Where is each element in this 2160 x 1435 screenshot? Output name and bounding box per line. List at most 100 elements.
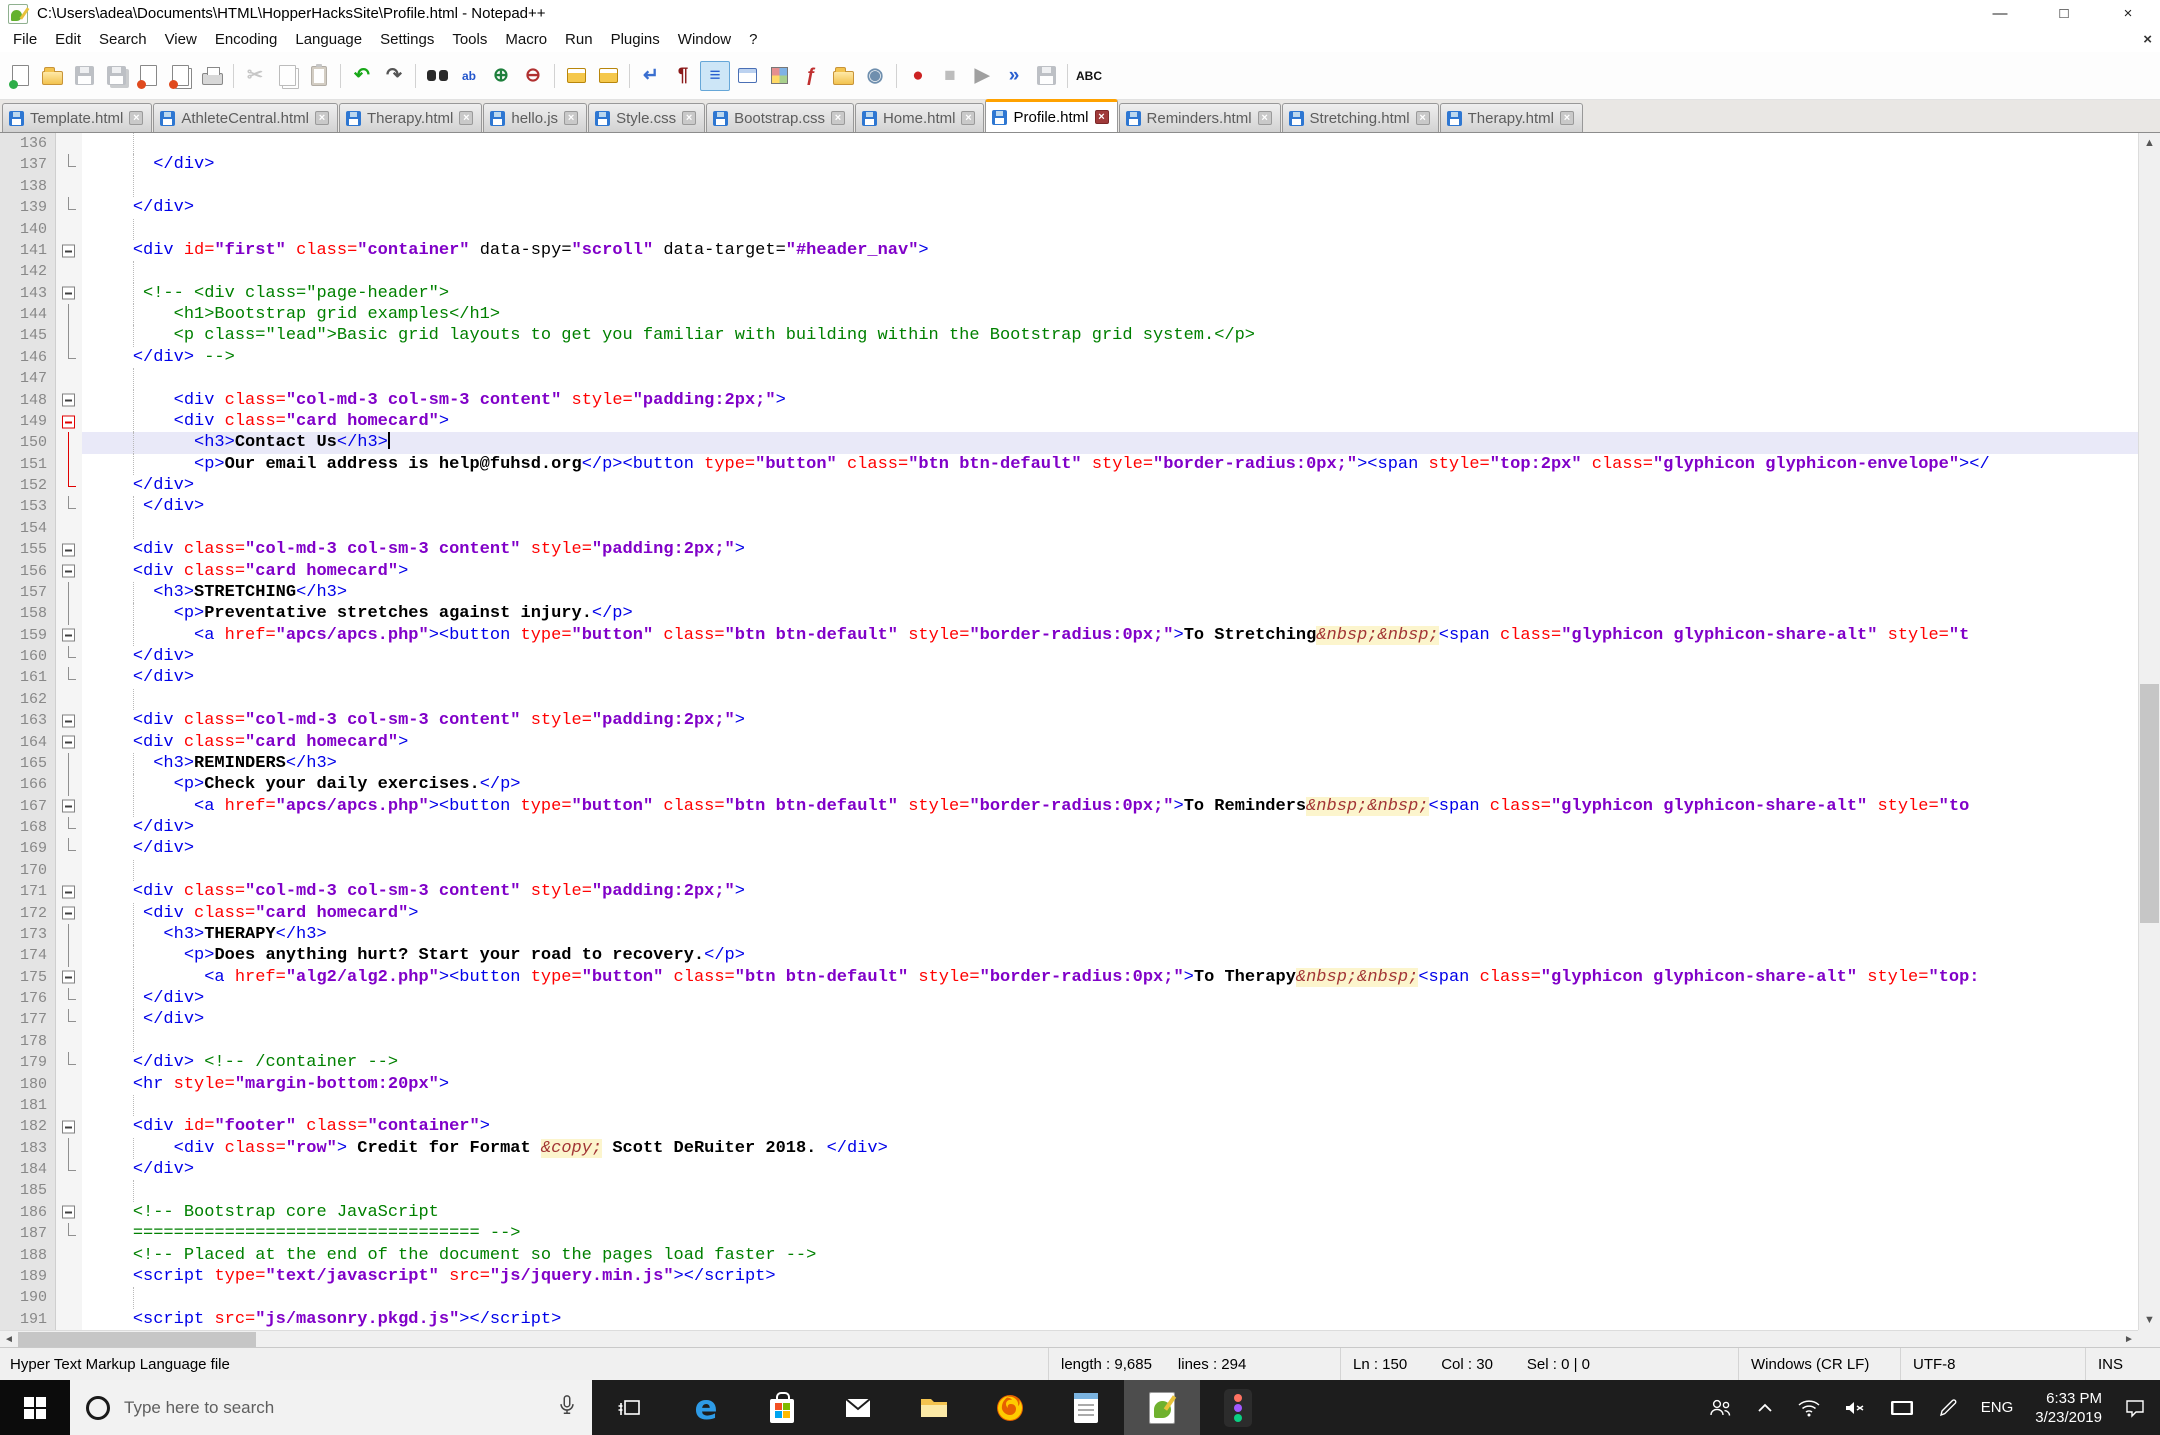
word-wrap-icon[interactable]: ↵ [636, 61, 666, 91]
line-number[interactable]: 145 [0, 325, 56, 347]
code-line[interactable]: 180 <hr style="margin-bottom:20px"> [0, 1073, 2138, 1095]
code-line[interactable]: 163 <div class="col-md-3 col-sm-3 conten… [0, 710, 2138, 732]
line-number[interactable]: 170 [0, 859, 56, 882]
fold-margin[interactable] [56, 453, 82, 475]
tab-Therapy.html[interactable]: Therapy.html × [338, 103, 483, 132]
code-line[interactable]: 168 </div> [0, 817, 2138, 839]
menu-run[interactable]: Run [556, 29, 602, 50]
code-line[interactable]: 174 <p>Does anything hurt? Start your ro… [0, 945, 2138, 967]
fold-margin[interactable] [56, 496, 82, 518]
code-line[interactable]: 143 <!-- <div class="page-header"> [0, 282, 2138, 304]
code-line[interactable]: 144 <h1>Bootstrap grid examples</h1> [0, 304, 2138, 326]
tab-AthleteCentral.html[interactable]: AthleteCentral.html × [153, 103, 338, 132]
close-tab-icon[interactable]: × [1094, 110, 1109, 124]
sync-vertical-scrolling-icon[interactable] [561, 61, 591, 91]
code-line[interactable]: 158 <p>Preventative stretches against in… [0, 603, 2138, 625]
clock[interactable]: 6:33 PM 3/23/2019 [2035, 1389, 2102, 1427]
code-line[interactable]: 170 [0, 859, 2138, 882]
code-line[interactable]: 157 <h3>STRETCHING</h3> [0, 581, 2138, 604]
fold-margin[interactable] [56, 667, 82, 689]
code-line[interactable]: 147 [0, 368, 2138, 390]
code-line[interactable]: 175 <a href="alg2/alg2.php"><button type… [0, 966, 2138, 988]
line-number[interactable]: 148 [0, 389, 56, 411]
line-number[interactable]: 187 [0, 1223, 56, 1245]
line-number[interactable]: 150 [0, 432, 56, 454]
tab-Style.css[interactable]: Style.css × [588, 103, 706, 132]
menu-window[interactable]: Window [669, 29, 740, 50]
code-line[interactable]: 160 </div> [0, 646, 2138, 668]
minimize-button[interactable]: — [1968, 0, 2032, 27]
fold-margin[interactable] [56, 1052, 82, 1074]
code-line[interactable]: 167 <a href="apcs/apcs.php"><button type… [0, 795, 2138, 817]
line-number[interactable]: 174 [0, 945, 56, 967]
find-icon[interactable] [422, 61, 452, 91]
edge-button[interactable]: e [668, 1380, 744, 1435]
line-number[interactable]: 138 [0, 175, 56, 198]
maximize-button[interactable]: □ [2032, 0, 2096, 27]
macro-stop-icon[interactable]: ■ [935, 61, 965, 91]
fold-margin[interactable] [56, 432, 82, 454]
tab-Profile.html[interactable]: Profile.html × [985, 99, 1118, 132]
zoom-out-icon[interactable]: ⊖ [518, 61, 548, 91]
code-line[interactable]: 165 <h3>REMINDERS</h3> [0, 752, 2138, 775]
line-number[interactable]: 136 [0, 133, 56, 155]
notepad-plus-plus-taskbar-button[interactable] [1124, 1380, 1200, 1435]
line-number[interactable]: 179 [0, 1052, 56, 1074]
line-number[interactable]: 178 [0, 1030, 56, 1053]
fold-margin[interactable] [56, 817, 82, 839]
line-number[interactable]: 176 [0, 988, 56, 1010]
fold-margin[interactable] [56, 346, 82, 369]
fold-margin[interactable] [56, 475, 82, 497]
line-number[interactable]: 152 [0, 475, 56, 497]
file-monitoring-icon[interactable]: ◉ [860, 61, 890, 91]
code-line[interactable]: 189 <script type="text/javascript" src="… [0, 1265, 2138, 1288]
code-line[interactable]: 185 [0, 1180, 2138, 1202]
store-button[interactable] [744, 1380, 820, 1435]
fold-margin[interactable] [56, 197, 82, 219]
start-button[interactable] [0, 1380, 70, 1435]
redo-icon[interactable]: ↷ [379, 61, 409, 91]
file-explorer-button[interactable] [896, 1380, 972, 1435]
line-number[interactable]: 168 [0, 817, 56, 839]
fold-margin[interactable] [56, 581, 82, 604]
firefox-button[interactable] [972, 1380, 1048, 1435]
menu-tools[interactable]: Tools [443, 29, 496, 50]
line-number[interactable]: 172 [0, 902, 56, 924]
action-center-icon[interactable] [2124, 1397, 2146, 1419]
macro-save-icon[interactable] [1031, 61, 1061, 91]
line-number[interactable]: 169 [0, 838, 56, 860]
fold-margin[interactable] [56, 410, 82, 433]
line-number[interactable]: 151 [0, 453, 56, 475]
line-number[interactable]: 156 [0, 560, 56, 582]
line-number[interactable]: 181 [0, 1094, 56, 1117]
fold-margin[interactable] [56, 988, 82, 1010]
menu-help[interactable]: ? [740, 29, 766, 50]
macro-run-multiple-icon[interactable]: » [999, 61, 1029, 91]
fold-margin[interactable] [56, 1201, 82, 1224]
line-number[interactable]: 147 [0, 368, 56, 390]
code-line[interactable]: 181 [0, 1094, 2138, 1117]
tab-hello.js[interactable]: hello.js × [483, 103, 588, 132]
code-line[interactable]: 156 <div class="card homecard"> [0, 560, 2138, 582]
scroll-up-icon[interactable]: ▲ [2139, 133, 2160, 153]
code-line[interactable]: 184 </div> [0, 1159, 2138, 1181]
fold-margin[interactable] [56, 239, 82, 262]
copy-icon[interactable] [272, 61, 302, 91]
tab-Bootstrap.css[interactable]: Bootstrap.css × [706, 103, 854, 132]
line-number[interactable]: 140 [0, 218, 56, 240]
code-line[interactable]: 150 <h3>Contact Us</h3> [0, 432, 2138, 454]
line-number[interactable]: 158 [0, 603, 56, 625]
line-number[interactable]: 165 [0, 752, 56, 775]
code-line[interactable]: 173 <h3>THERAPY</h3> [0, 923, 2138, 946]
fold-margin[interactable] [56, 774, 82, 796]
code-line[interactable]: 140 [0, 218, 2138, 240]
close-tab-icon[interactable]: × [1560, 111, 1575, 125]
function-list-icon[interactable]: ƒ [796, 61, 826, 91]
code-editor[interactable]: 136 137 </div> 138 139 </div> 140 141 <div id… [0, 133, 2160, 1330]
line-number[interactable]: 177 [0, 1009, 56, 1031]
fold-margin[interactable] [56, 902, 82, 924]
menu-file[interactable]: File [4, 29, 46, 50]
scroll-right-icon[interactable]: ► [2120, 1331, 2138, 1348]
vertical-scrollbar[interactable]: ▲ ▼ [2138, 133, 2160, 1330]
document-map-icon[interactable] [732, 61, 762, 91]
